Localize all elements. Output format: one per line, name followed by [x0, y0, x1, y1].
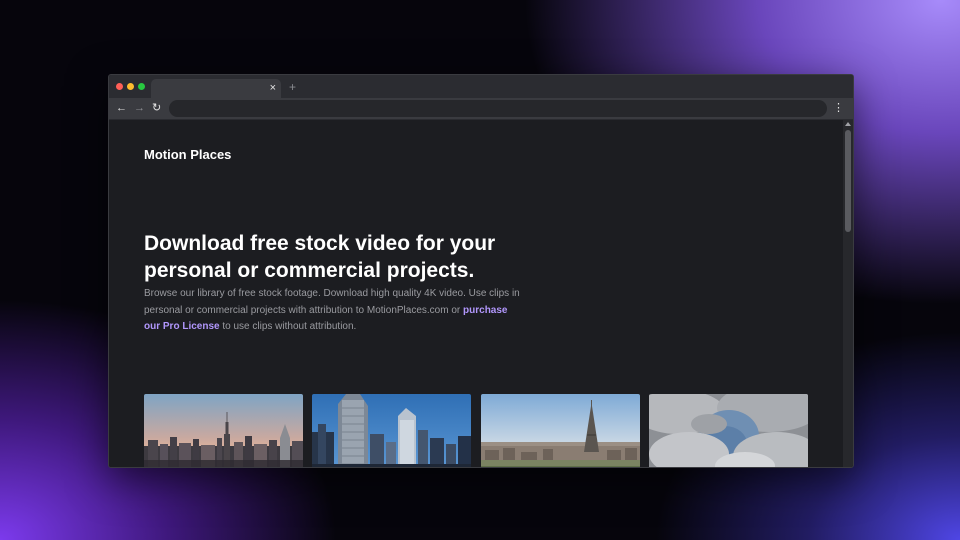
kebab-menu-icon[interactable]: ⋮: [833, 100, 844, 116]
reload-icon[interactable]: ↻: [152, 100, 161, 116]
back-arrow-icon[interactable]: ←: [116, 100, 127, 116]
video-thumbnail-skyscrapers[interactable]: [312, 394, 471, 467]
description-text-end: to use clips without attribution.: [219, 321, 357, 332]
scroll-thumb[interactable]: [845, 130, 851, 232]
video-thumbnail-clouds[interactable]: [649, 394, 808, 467]
maximize-window-button[interactable]: [138, 83, 145, 90]
scroll-up-arrow-icon[interactable]: [845, 122, 851, 126]
close-window-button[interactable]: [116, 83, 123, 90]
browser-tab[interactable]: ×: [151, 79, 281, 98]
clouds-image: [649, 394, 808, 467]
page-viewport: Motion Places Download free stock video …: [109, 120, 843, 467]
tab-close-icon[interactable]: ×: [270, 81, 276, 95]
title-bar: × +: [109, 75, 853, 98]
site-logo[interactable]: Motion Places: [144, 147, 231, 162]
minimize-window-button[interactable]: [127, 83, 134, 90]
vertical-scrollbar[interactable]: [843, 120, 853, 467]
new-tab-icon[interactable]: +: [289, 80, 296, 94]
skyscrapers-image: [312, 394, 471, 467]
new-york-skyline-image: [144, 394, 303, 467]
address-bar[interactable]: [169, 100, 827, 117]
browser-toolbar: ← → ↻ ⋮: [109, 98, 853, 120]
hero-description: Browse our library of free stock footage…: [144, 286, 524, 336]
forward-arrow-icon[interactable]: →: [134, 100, 145, 116]
browser-window: × + ← → ↻ ⋮ Motion Places Download free …: [108, 74, 854, 468]
video-thumbnail-paris[interactable]: [481, 394, 640, 467]
paris-eiffel-tower-image: [481, 394, 640, 467]
hero-headline: Download free stock video for your perso…: [144, 232, 496, 282]
video-thumbnail-new-york[interactable]: [144, 394, 303, 467]
